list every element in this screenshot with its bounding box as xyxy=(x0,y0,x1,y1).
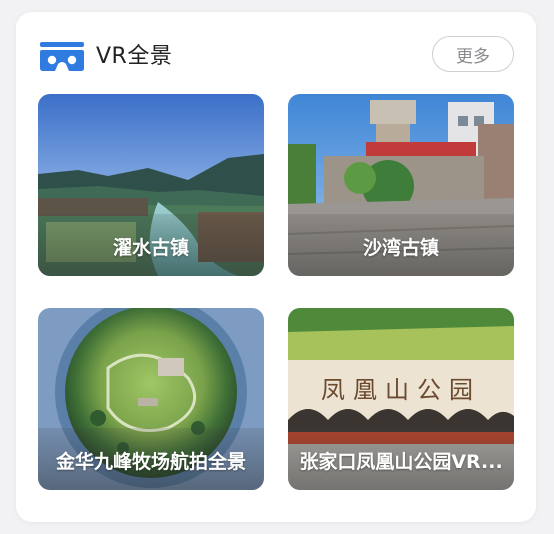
panorama-tile-fenghuangshan[interactable]: 凤凰山公园 张家口凤凰山公园VR... xyxy=(288,308,514,490)
card-header: VR全景 更多 xyxy=(38,36,514,78)
vr-panorama-card: VR全景 更多 濯水古镇 沙湾古镇 金华九峰牧场航拍全景 凤凰山公园 张家口凤凰… xyxy=(16,12,536,522)
more-button[interactable]: 更多 xyxy=(432,36,514,72)
tile-caption: 金华九峰牧场航拍全景 xyxy=(55,451,246,473)
card-title: VR全景 xyxy=(96,44,173,69)
panorama-tile-jiufeng[interactable]: 金华九峰牧场航拍全景 xyxy=(38,308,264,490)
tile-caption: 沙湾古镇 xyxy=(362,237,439,259)
vr-headset-icon xyxy=(40,42,84,71)
panorama-tile-shawan[interactable]: 沙湾古镇 xyxy=(288,94,514,276)
tile-caption: 濯水古镇 xyxy=(112,237,189,259)
tile-caption: 张家口凤凰山公园VR... xyxy=(299,451,503,473)
panorama-tile-zhuoshui[interactable]: 濯水古镇 xyxy=(38,94,264,276)
park-sign-text: 凤凰山公园 xyxy=(321,376,481,404)
